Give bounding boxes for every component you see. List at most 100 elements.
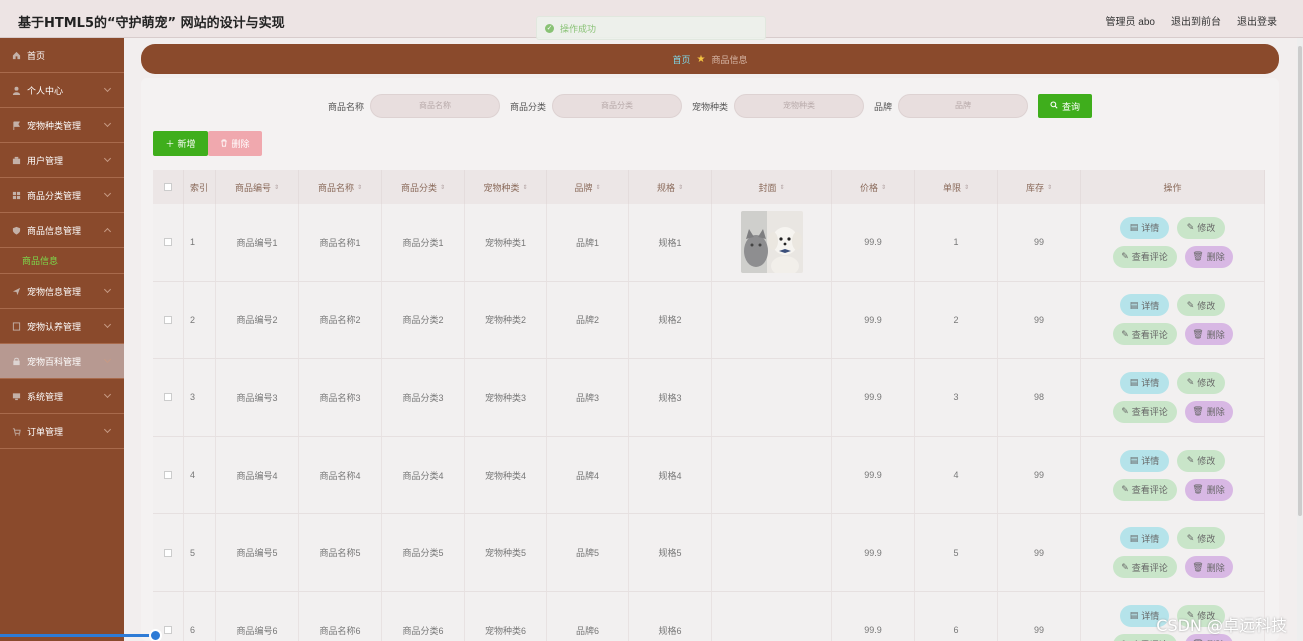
edit-label: 修改 [1197,378,1216,389]
detail-button[interactable]: ▤ 详情 [1120,216,1169,239]
row-delete-button[interactable]: 🗑删除 [1184,478,1233,501]
detail-button[interactable]: ▤ 详情 [1120,294,1169,317]
view-reviews-button[interactable]: ✎查看评论 [1112,245,1177,268]
sidebar-item-users[interactable]: 用户管理 [0,143,124,178]
product-table: 索引 商品编号 ⇕ 商品名称 ⇕ 商品分类 ⇕ 宠物种类 ⇕ 品牌 ⇕ 规格 ⇕ 封面 ⇕ 价… [153,170,1265,641]
scrollbar-thumb[interactable] [1298,46,1302,516]
breadcrumb-home-link[interactable]: 首页 [673,53,691,66]
vertical-scrollbar[interactable] [1297,38,1303,641]
header-category[interactable]: 商品分类 ⇕ [382,170,465,204]
detail-button[interactable]: ▤ 详情 [1120,371,1169,394]
search-icon [1050,101,1058,111]
toast-text: 操作成功 [560,23,597,34]
edit-button[interactable]: ✎ 修改 [1177,449,1225,472]
lock-icon [12,357,21,366]
sidebar-item-product-info[interactable]: 商品信息管理 [0,213,124,248]
header-limit[interactable]: 单限 ⇕ [915,170,998,204]
edit-button[interactable]: ✎ 修改 [1177,371,1225,394]
search-label-name: 商品名称 [327,101,364,112]
cell-actions: ▤详情 ✎修改 ✎查看评论 🗑删除 [1081,204,1265,281]
back-to-front-link[interactable]: 退出到前台 [1171,13,1221,28]
add-button[interactable]: ＋ 新增 [153,131,208,156]
users-icon [12,156,21,165]
edit-button[interactable]: ✎ 修改 [1177,216,1225,239]
row-checkbox[interactable] [164,315,172,324]
view-reviews-button[interactable]: ✎查看评论 [1112,323,1177,346]
header-spec[interactable]: 规格 ⇕ [629,170,712,204]
sort-icon: ⇕ [273,184,280,191]
review-label: 查看评论 [1131,485,1168,496]
row-delete-button[interactable]: 🗑删除 [1184,400,1233,423]
send-icon [12,287,21,296]
home-icon [12,51,21,60]
sidebar-item-pet-info[interactable]: 宠物信息管理 [0,274,124,309]
header-name[interactable]: 商品名称 ⇕ [299,170,382,204]
header-cover[interactable]: 封面 ⇕ [712,170,832,204]
view-reviews-button[interactable]: ✎查看评论 [1112,556,1177,579]
row-checkbox[interactable] [164,238,172,247]
header-code[interactable]: 商品编号 ⇕ [216,170,299,204]
batch-delete-button[interactable]: 删除 [208,131,262,156]
sidebar-item-pet-adoption[interactable]: 宠物认养管理 [0,309,124,344]
progress-handle[interactable] [149,629,162,641]
doc-icon: ▤ [1129,455,1139,466]
cell-category: 商品分类3 [382,359,465,436]
sort-icon: ⇕ [439,184,446,191]
search-label-category: 商品分类 [509,101,546,112]
row-checkbox[interactable] [164,471,172,480]
check-icon: ✓ [545,23,554,33]
sidebar-item-orders[interactable]: 订单管理 [0,414,124,449]
row-checkbox[interactable] [164,393,172,402]
logout-link[interactable]: 退出登录 [1237,13,1277,28]
detail-button[interactable]: ▤ 详情 [1120,449,1169,472]
cell-stock: 99 [998,514,1081,591]
row-delete-button[interactable]: 🗑删除 [1184,245,1233,268]
cell-stock: 99 [998,591,1081,641]
table-row: 4 商品编号4 商品名称4 商品分类4 宠物种类4 品牌4 规格4 99.9 4… [153,436,1265,515]
sidebar-item-system[interactable]: 系统管理 [0,379,124,414]
sort-icon: ⇕ [356,184,363,191]
row-delete-button[interactable]: 🗑删除 [1184,556,1233,579]
header-price[interactable]: 价格 ⇕ [832,170,915,204]
sidebar-subitem-product-info[interactable]: 商品信息 [0,248,124,274]
pet-type-input[interactable]: 宠物种类 [734,94,864,118]
table-row: 6 商品编号6 商品名称6 商品分类6 宠物种类6 品牌6 规格6 99.9 6… [153,591,1265,641]
edit-button[interactable]: ✎ 修改 [1177,294,1225,317]
header-label: 宠物种类 [483,182,520,193]
trash-icon: 🗑 [1192,406,1204,417]
select-all-checkbox[interactable] [164,183,172,191]
sidebar-item-pet-types[interactable]: 宠物种类管理 [0,108,124,143]
row-checkbox[interactable] [164,626,172,635]
detail-label: 详情 [1141,300,1160,311]
product-category-input[interactable]: 商品分类 [551,94,682,118]
cell-limit: 1 [915,204,998,281]
product-name-input[interactable]: 商品名称 [369,94,500,118]
edit-button[interactable]: ✎ 修改 [1177,527,1225,550]
sidebar-item-home[interactable]: 首页 [0,38,124,73]
sidebar-item-product-categories[interactable]: 商品分类管理 [0,178,124,213]
cell-stock: 99 [998,436,1081,514]
video-progress-bar[interactable] [0,634,156,637]
cell-limit: 3 [915,359,998,436]
row-checkbox[interactable] [164,548,172,557]
cell-limit: 4 [915,436,998,514]
pencil-icon: ✎ [1121,484,1129,495]
header-pet-type[interactable]: 宠物种类 ⇕ [465,170,547,204]
cell-spec: 规格2 [629,281,712,359]
sidebar-item-label: 用户管理 [27,155,64,166]
sidebar-item-pet-wiki[interactable]: 宠物百科管理 [0,344,124,379]
row-actions: ▤详情 ✎修改 ✎查看评论 🗑删除 [1112,449,1233,501]
header-stock[interactable]: 库存 ⇕ [998,170,1081,204]
detail-button[interactable]: ▤ 详情 [1120,527,1169,550]
brand-input[interactable]: 品牌 [898,94,1029,118]
view-reviews-button[interactable]: ✎查看评论 [1112,478,1177,501]
sidebar-item-profile[interactable]: 个人中心 [0,73,124,108]
cell-actions: ▤详情 ✎修改 ✎查看评论 🗑删除 [1081,281,1265,359]
view-reviews-button[interactable]: ✎查看评论 [1112,400,1177,423]
row-actions: ▤详情 ✎修改 ✎查看评论 🗑删除 [1112,371,1233,423]
query-button[interactable]: 查询 [1038,94,1093,118]
header-brand[interactable]: 品牌 ⇕ [547,170,629,204]
chevron-down-icon [103,390,112,399]
row-delete-button[interactable]: 🗑删除 [1184,323,1233,346]
sidebar-item-label: 系统管理 [27,391,64,402]
